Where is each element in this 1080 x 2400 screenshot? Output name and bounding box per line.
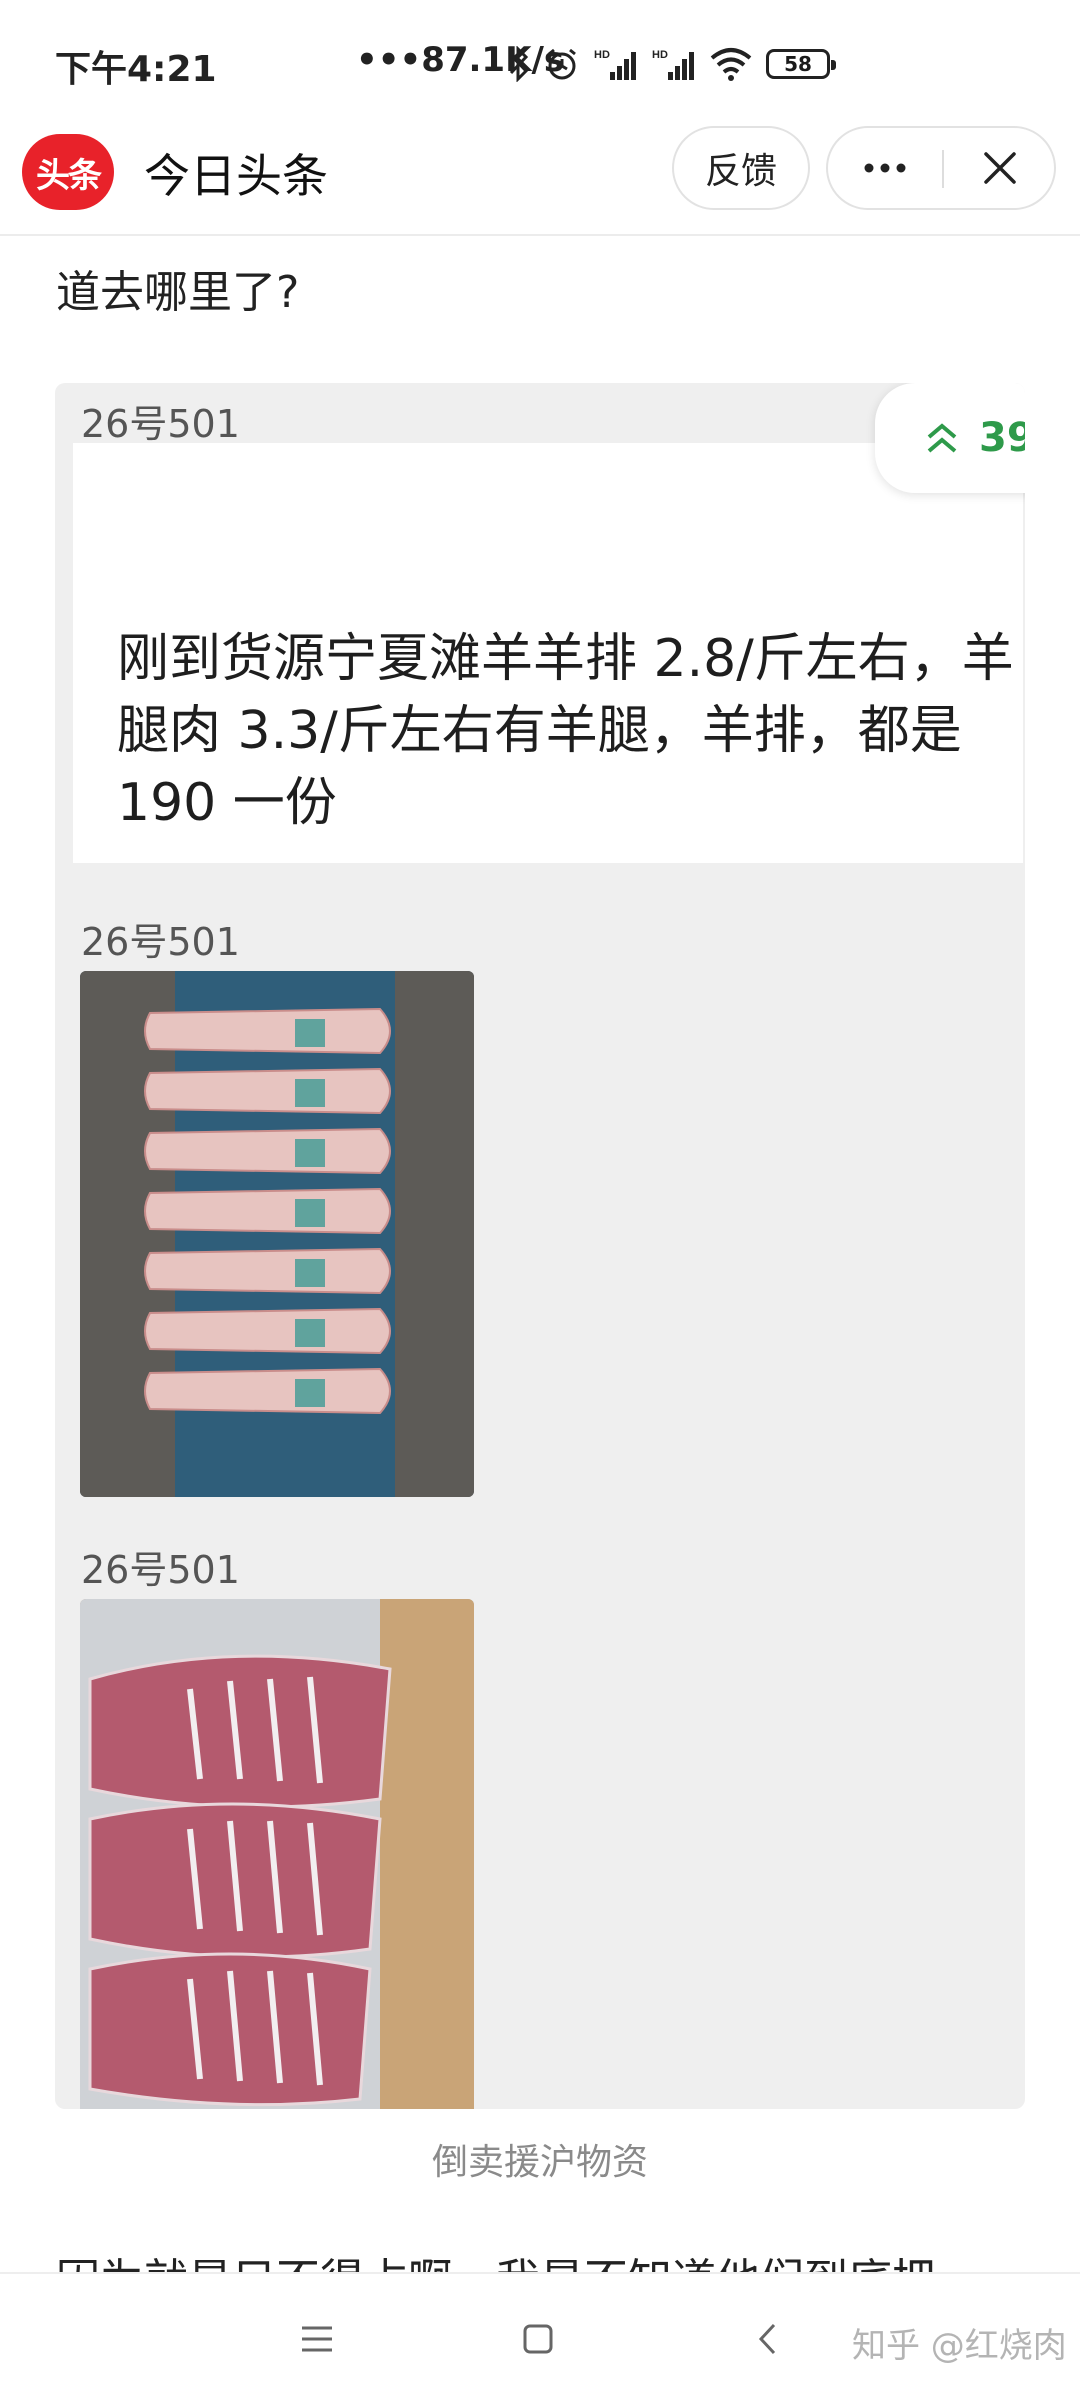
- signal-hd-icon: HD: [652, 49, 694, 80]
- article-text: 道去哪里了?: [56, 267, 300, 318]
- app-title: 今日头条: [144, 149, 328, 203]
- signal-hd-icon: HD: [594, 49, 636, 80]
- close-icon: [984, 152, 1016, 184]
- home-icon: [523, 2324, 553, 2354]
- nav-home-button[interactable]: [503, 2304, 573, 2374]
- message-sender: 26号501: [81, 402, 240, 446]
- status-icons: HD HD 58: [508, 36, 836, 92]
- article-image[interactable]: 26号501 39 刚到货源宁夏滩羊羊排 2.8/斤左右，羊腿肉 3.3/斤左右…: [55, 383, 1025, 2109]
- close-button[interactable]: [944, 128, 1056, 208]
- system-nav-bar: 知乎 @红烧肉: [0, 2272, 1080, 2400]
- battery-icon: 58: [766, 49, 836, 79]
- page: 下午4:21 •••87.1K/s HD HD 58 头条 今日头条 反馈 道去…: [0, 0, 1080, 2400]
- image-caption: 倒卖援沪物资: [431, 2142, 648, 2183]
- mini-program-capsule: [826, 126, 1056, 210]
- bluetooth-icon: [509, 46, 529, 82]
- alarm-icon: [548, 48, 576, 80]
- app-header: 头条 今日头条 反馈: [0, 118, 1080, 236]
- menu-icon: [302, 2326, 332, 2352]
- app-logo: 头条: [22, 134, 114, 210]
- status-bar: 下午4:21 •••87.1K/s HD HD 58: [0, 0, 1080, 118]
- battery-level: 58: [784, 52, 812, 76]
- photo-lamb-legs: [80, 971, 474, 1497]
- photo-lamb-ribs: [80, 1599, 474, 2109]
- svg-text:HD: HD: [652, 49, 668, 61]
- wifi-icon: [710, 48, 752, 81]
- app-logo-text: 头条: [36, 155, 102, 196]
- double-chevron-up-icon: [927, 423, 957, 453]
- watermark: 知乎 @红烧肉: [852, 2326, 1067, 2366]
- lamb-ribs-image: [80, 1599, 474, 2109]
- message-sender: 26号501: [81, 920, 240, 964]
- nav-menu-button[interactable]: [282, 2304, 352, 2374]
- more-dots-icon: [864, 163, 906, 173]
- counter-value: 39: [979, 415, 1025, 461]
- nav-back-button[interactable]: [733, 2304, 803, 2374]
- back-icon: [758, 2323, 776, 2355]
- more-button[interactable]: [828, 128, 942, 208]
- message-text: 刚到货源宁夏滩羊羊排 2.8/斤左右，羊腿肉 3.3/斤左右有羊腿，羊排，都是 …: [117, 629, 1014, 833]
- status-time: 下午4:21: [55, 49, 217, 90]
- feedback-button[interactable]: 反馈: [672, 126, 810, 210]
- message-sender: 26号501: [81, 1548, 240, 1592]
- scroll-up-counter: 39: [875, 383, 1025, 493]
- lamb-legs-image: [80, 971, 474, 1497]
- svg-text:HD: HD: [594, 49, 610, 61]
